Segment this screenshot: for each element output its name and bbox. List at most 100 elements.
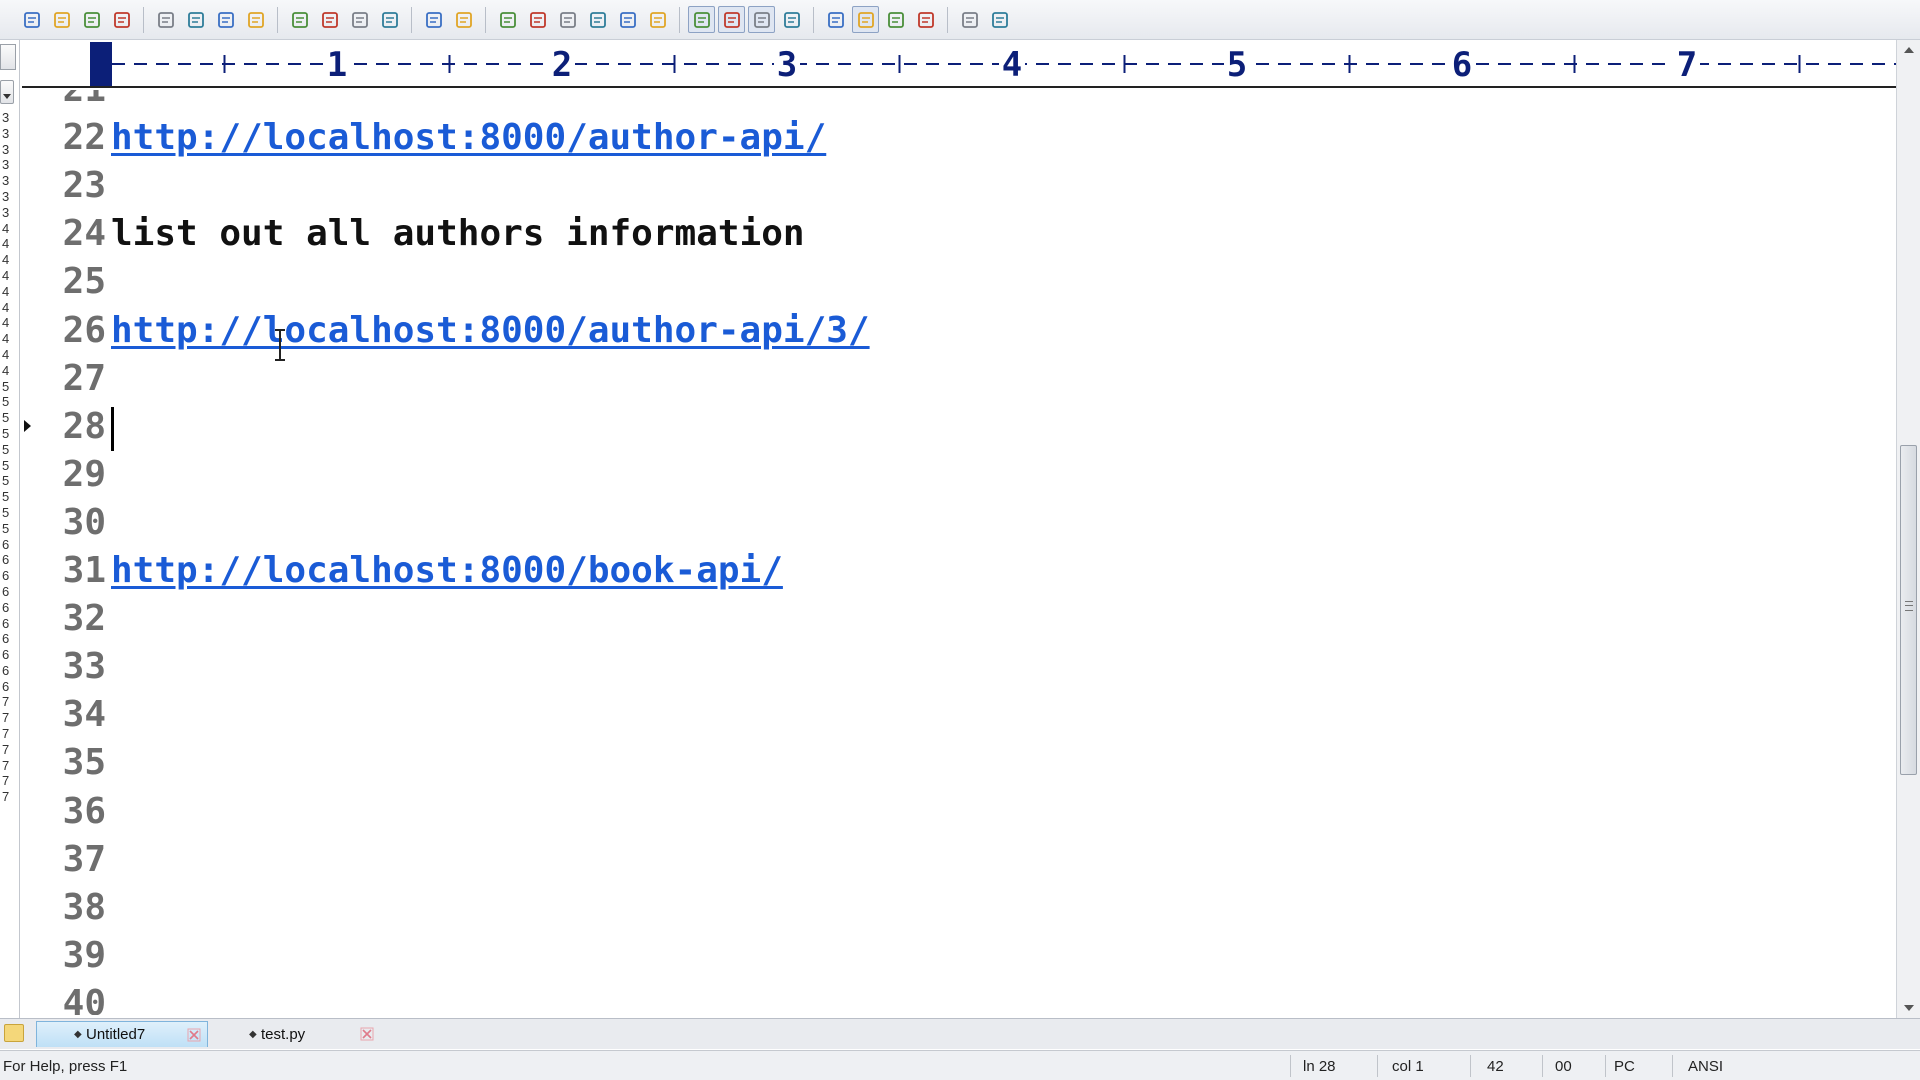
vertical-ruler-digit: 5	[2, 378, 10, 394]
line-number: 24	[62, 213, 106, 255]
scroll-down-button[interactable]	[1897, 998, 1920, 1018]
vertical-ruler-digit: 4	[2, 346, 10, 362]
editor-line[interactable]: 22 http://localhost:8000/author-api/	[22, 114, 1822, 162]
status-size: 42	[1487, 1058, 1504, 1075]
editor-line[interactable]: 33	[22, 643, 1822, 691]
cut-button[interactable]	[286, 6, 313, 33]
gutter-top-box	[0, 44, 16, 70]
editor-line[interactable]: 28	[22, 403, 1822, 451]
editor-line[interactable]: 31 http://localhost:8000/book-api/	[22, 547, 1822, 595]
paste-button[interactable]	[346, 6, 373, 33]
document-list-button[interactable]	[822, 6, 849, 33]
close-icon[interactable]	[360, 1027, 374, 1041]
scroll-up-button[interactable]	[1897, 40, 1920, 60]
editor-line[interactable]: 27	[22, 355, 1822, 403]
arrow-up-icon	[1903, 47, 1914, 53]
vertical-ruler-digit: 7	[2, 773, 10, 789]
editor-line[interactable]: 36	[22, 788, 1822, 836]
vertical-ruler-digit: 4	[2, 362, 10, 378]
directory-list-button[interactable]	[852, 6, 879, 33]
print-preview-button[interactable]	[152, 6, 179, 33]
url-link[interactable]: http://localhost:8000/book-api/	[111, 549, 783, 593]
print-button[interactable]	[182, 6, 209, 33]
chevron-down-icon	[3, 94, 11, 99]
gutter-dropdown-button[interactable]	[0, 80, 14, 104]
vertical-ruler-digit: 4	[2, 283, 10, 299]
url-link[interactable]: http://localhost:8000/author-api/3/	[111, 309, 870, 353]
save-all-icon	[113, 11, 130, 28]
vertical-ruler-digit: 4	[2, 220, 10, 236]
help-button[interactable]	[986, 6, 1013, 33]
vertical-ruler-digit: 3	[2, 110, 10, 125]
editor-line[interactable]: 34	[22, 691, 1822, 739]
line-numbers-button[interactable]	[718, 6, 745, 33]
undo-button[interactable]	[420, 6, 447, 33]
vertical-ruler-digit: 7	[2, 757, 10, 773]
ftp-button[interactable]	[956, 6, 983, 33]
find-button[interactable]	[494, 6, 521, 33]
toolbar-separator	[277, 6, 278, 33]
spell-as-you-type-button[interactable]	[778, 6, 805, 33]
new-file-button[interactable]	[18, 6, 45, 33]
editor-line[interactable]: 39	[22, 932, 1822, 980]
open-file-button[interactable]	[48, 6, 75, 33]
line-number: 30	[62, 501, 106, 543]
horizontal-ruler[interactable]: 12345678	[22, 40, 1896, 88]
line-number: 25	[62, 261, 106, 303]
vertical-ruler-digit: 3	[2, 141, 10, 157]
editor-line[interactable]: 38	[22, 884, 1822, 932]
line-number: 27	[62, 357, 106, 399]
save-file-button[interactable]	[78, 6, 105, 33]
spell-check-button[interactable]	[212, 6, 239, 33]
url-link[interactable]: http://localhost:8000/author-api/	[111, 116, 826, 160]
current-line-arrow-icon	[24, 419, 31, 432]
status-help-text: For Help, press F1	[3, 1058, 128, 1075]
delete-button[interactable]	[376, 6, 403, 33]
save-all-button[interactable]	[108, 6, 135, 33]
scrollbar-thumb[interactable]	[1900, 445, 1917, 775]
editor-line[interactable]: 37	[22, 836, 1822, 884]
convert-button[interactable]	[242, 6, 269, 33]
editor-line[interactable]: 30	[22, 499, 1822, 547]
editor-line[interactable]: 32	[22, 595, 1822, 643]
copy-button[interactable]	[316, 6, 343, 33]
vertical-ruler-digit: 6	[2, 568, 10, 584]
vertical-ruler-digit: 3	[2, 204, 10, 220]
hex-button[interactable]	[644, 6, 671, 33]
vertical-ruler-digit: 7	[2, 710, 10, 726]
text-editor[interactable]: 2122http://localhost:8000/author-api/232…	[22, 90, 1896, 1015]
font-button[interactable]	[614, 6, 641, 33]
editor-line[interactable]: 25	[22, 258, 1822, 306]
redo-button[interactable]	[450, 6, 477, 33]
editor-line[interactable]: 26 http://localhost:8000/author-api/3/	[22, 307, 1822, 355]
replace-button[interactable]	[524, 6, 551, 33]
editor-line[interactable]: 35	[22, 739, 1822, 787]
modified-indicator-icon: ◆	[74, 1029, 82, 1040]
editor-line[interactable]: 40	[22, 980, 1822, 1015]
vertical-ruler-digit: 4	[2, 267, 10, 283]
status-bar: For Help, press F1 ln 28 col 1 42 00 PC …	[0, 1050, 1920, 1080]
vertical-ruler-digit: 6	[2, 631, 10, 647]
line-number: 40	[62, 982, 106, 1015]
editor-line[interactable]: 23	[22, 162, 1822, 210]
ruler-button[interactable]	[748, 6, 775, 33]
cut-icon	[291, 11, 308, 28]
close-icon[interactable]	[187, 1028, 201, 1042]
clip-library-icon	[917, 11, 934, 28]
output-window-button[interactable]	[882, 6, 909, 33]
vertical-scrollbar[interactable]	[1896, 40, 1920, 1018]
goto-button[interactable]	[584, 6, 611, 33]
line-numbers-icon	[723, 11, 740, 28]
editor-line[interactable]: 21	[22, 90, 1822, 114]
ruler-icon	[753, 11, 770, 28]
vertical-ruler-digit: 6	[2, 647, 10, 663]
tab-untitled7[interactable]: ◆ Untitled7	[36, 1021, 208, 1047]
find-in-files-button[interactable]	[554, 6, 581, 33]
editor-line[interactable]: 29	[22, 451, 1822, 499]
clip-library-button[interactable]	[912, 6, 939, 33]
status-divider	[1605, 1055, 1606, 1077]
editor-line[interactable]: 24 list out all authors information	[22, 210, 1822, 258]
folder-icon[interactable]	[4, 1024, 24, 1042]
word-wrap-button[interactable]	[688, 6, 715, 33]
tab-test-py[interactable]: ◆ test.py	[212, 1021, 380, 1047]
